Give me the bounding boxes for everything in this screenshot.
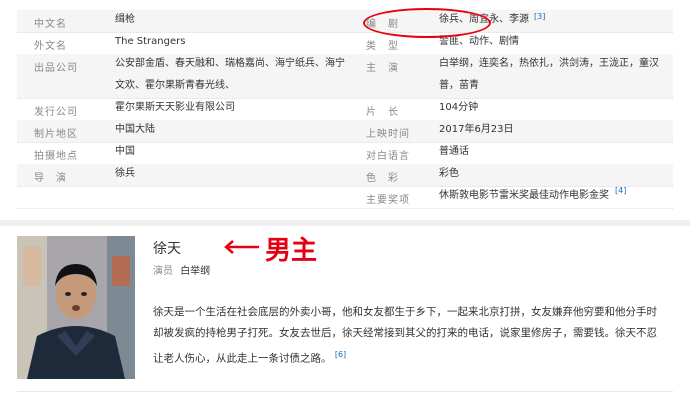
- value-color: 彩色: [439, 168, 459, 179]
- basic-info-table: 中文名 缉枪 外文名 The Strangers 出品公司 公安部金盾、春天融和…: [17, 0, 673, 220]
- citation-link[interactable]: [4]: [615, 186, 626, 195]
- label-region: 制片地区: [34, 129, 78, 140]
- label-distributor: 发行公司: [34, 107, 78, 118]
- label-genre: 类 型: [366, 41, 399, 52]
- actor-photo[interactable]: [17, 236, 135, 379]
- value-release-date: 2017年6月23日: [439, 124, 514, 135]
- label-release-date: 上映时间: [366, 129, 410, 140]
- label-production-company: 出品公司: [34, 63, 78, 74]
- value-production-company: 文欢、霍尔果斯青春光线、: [115, 80, 235, 91]
- value-distributor: 霍尔果斯天天影业有限公司: [115, 102, 235, 113]
- label-language: 对白语言: [366, 151, 410, 162]
- label-color: 色 彩: [366, 173, 399, 184]
- value-starring: 白举纲，连奕名，热依扎，洪剑涛，王泷正，童汉: [439, 58, 659, 69]
- label-foreign-name: 外文名: [34, 41, 67, 52]
- value-language: 普通话: [439, 146, 469, 157]
- label-chinese-name: 中文名: [34, 19, 67, 30]
- label-runtime: 片 长: [366, 107, 399, 118]
- label-location: 拍摄地点: [34, 151, 78, 162]
- value-foreign-name: The Strangers: [115, 36, 186, 47]
- actor-credit: 演员 白举纲: [153, 262, 210, 277]
- highlight-circle: [363, 8, 491, 38]
- value-runtime: 104分钟: [439, 102, 479, 113]
- label-awards: 主要奖项: [366, 195, 410, 206]
- citation-link[interactable]: [3]: [534, 12, 545, 21]
- value-director: 徐兵: [115, 168, 135, 179]
- label-director: 导 演: [34, 173, 67, 184]
- role-description: 徐天是一个生活在社会底层的外卖小哥，他和女友都生于乡下，一起来北京打拼，女友嫌弃…: [153, 302, 663, 370]
- value-location: 中国: [115, 146, 135, 157]
- actor-card: 徐天 男主 演员 白举纲 徐天是一个生活在社会底层的外卖小哥，他和女友都生于乡下…: [17, 226, 673, 392]
- citation-link[interactable]: [6]: [335, 350, 346, 359]
- label-starring: 主 演: [366, 63, 399, 74]
- annotation-label: 男主: [265, 236, 318, 266]
- actor-name-link[interactable]: 白举纲: [180, 266, 210, 277]
- value-chinese-name: 缉枪: [115, 14, 135, 25]
- description-text: 徐天是一个生活在社会底层的外卖小哥，他和女友都生于乡下，一起来北京打拼，女友嫌弃…: [153, 306, 657, 365]
- actor-label: 演员: [153, 266, 173, 277]
- value-region: 中国大陆: [115, 124, 155, 135]
- value-production-company: 公安部金盾、春天融和、瑞格嘉尚、海宁纸兵、海宁: [115, 58, 345, 69]
- value-awards: 休斯敦电影节雷米奖最佳动作电影金奖: [439, 190, 609, 201]
- left-arrow-icon: [224, 240, 259, 254]
- role-name: 徐天: [153, 241, 181, 257]
- value-starring: 普，苗青: [439, 80, 479, 91]
